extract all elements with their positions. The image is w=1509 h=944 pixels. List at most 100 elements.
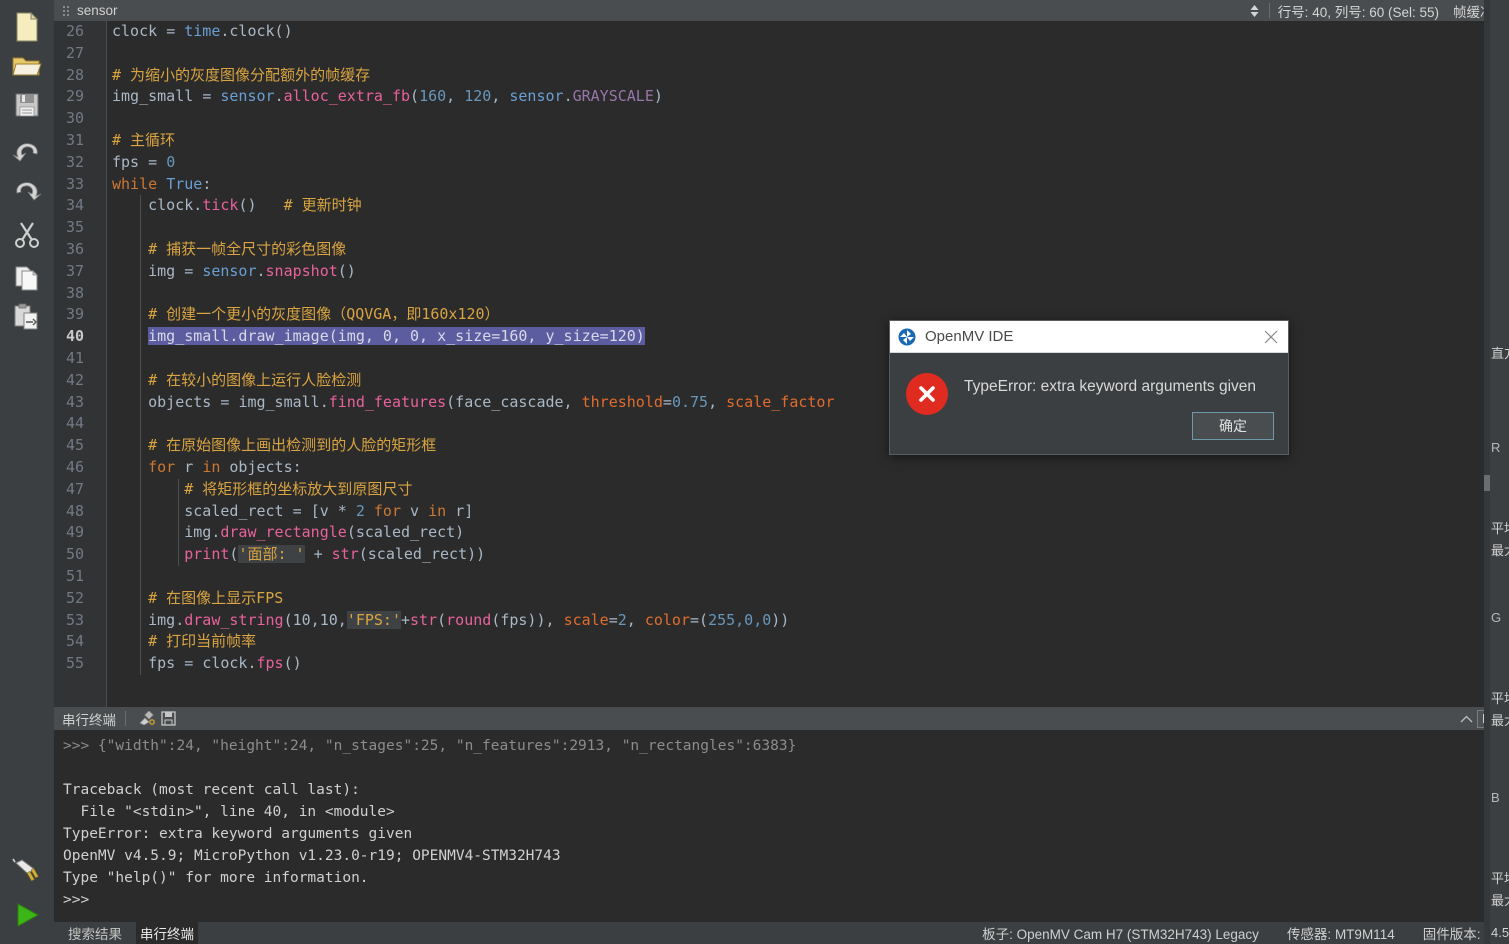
code-line[interactable]: 52 # 在图像上显示FPS xyxy=(54,587,1089,610)
code-text[interactable]: for r in objects: xyxy=(112,457,302,479)
code-line[interactable]: 28 # 为缩小的灰度图像分配额外的帧缓存 xyxy=(54,65,1089,87)
code-line[interactable]: 38 xyxy=(54,282,1089,305)
code-token: = xyxy=(202,87,221,106)
terminal-output[interactable]: >>> {"width":24, "height":24, "n_stages"… xyxy=(54,730,1494,922)
code-token: + xyxy=(401,610,411,629)
connect-icon[interactable] xyxy=(5,853,49,891)
cut-icon[interactable] xyxy=(5,215,49,253)
code-token: )) xyxy=(771,610,790,629)
redo-icon[interactable] xyxy=(5,171,49,209)
clear-icon[interactable] xyxy=(135,709,157,729)
code-text[interactable]: # 在原始图像上画出检测到的人脸的矩形框 xyxy=(112,435,436,457)
code-token: # 打印当前帧率 xyxy=(148,632,257,651)
new-file-icon[interactable] xyxy=(5,8,49,46)
code-text[interactable]: scaled_rect = [v * 2 for v in r] xyxy=(112,501,473,523)
run-icon[interactable] xyxy=(5,896,49,934)
code-token: scaled_rect xyxy=(112,501,293,520)
line-number: 52 xyxy=(65,588,84,607)
dialog-content: TypeError: extra keyword arguments given… xyxy=(890,353,1288,453)
histogram-label: 直方 xyxy=(1491,346,1509,361)
code-line[interactable]: 54 # 打印当前帧率 xyxy=(54,631,1089,654)
save-icon[interactable] xyxy=(157,709,179,729)
left-toolbar xyxy=(0,0,54,944)
code-line[interactable]: 48 scaled_rect = [v * 2 for v in r] xyxy=(54,500,1089,523)
undo-icon[interactable] xyxy=(5,132,49,170)
code-text[interactable]: # 打印当前帧率 xyxy=(112,631,256,653)
tab-grip-icon[interactable] xyxy=(62,5,71,16)
code-token: scale_factor xyxy=(726,392,835,411)
line-number: 49 xyxy=(65,523,84,542)
status-tab-search-results[interactable]: 搜索结果 xyxy=(64,921,126,944)
code-line[interactable]: 30 xyxy=(54,108,1089,130)
line-number: 42 xyxy=(65,370,84,389)
code-line[interactable]: 29 img_small = sensor.alloc_extra_fb(160,… xyxy=(54,86,1089,108)
code-token: alloc_extra_fb xyxy=(283,87,411,106)
code-line[interactable]: 51 xyxy=(54,565,1089,588)
code-token: fps xyxy=(256,654,284,673)
code-line[interactable]: 33 while True: xyxy=(54,174,1089,196)
code-line[interactable]: 36 # 捕获一帧全尺寸的彩色图像 xyxy=(54,238,1089,261)
save-file-icon[interactable] xyxy=(5,86,49,124)
code-line[interactable]: 53 img.draw_string(10,10,'FPS:'+str(roun… xyxy=(54,609,1089,632)
code-text[interactable]: img_small = sensor.alloc_extra_fb(160, 1… xyxy=(112,86,663,108)
indent-guide xyxy=(140,347,141,370)
line-number: 54 xyxy=(65,632,84,651)
editor-tab-sensor[interactable]: sensor xyxy=(77,3,118,18)
code-line[interactable]: 35 xyxy=(54,217,1089,239)
code-line[interactable]: 49 img.draw_rectangle(scaled_rect) xyxy=(54,522,1089,545)
code-line[interactable]: 34 clock.tick() # 更新时钟 xyxy=(54,195,1089,218)
code-text[interactable]: fps = clock.fps() xyxy=(112,653,302,675)
terminal-line: TypeError: extra keyword arguments given xyxy=(63,826,413,842)
code-text[interactable]: img_small.draw_image(img, 0, 0, x_size=1… xyxy=(112,326,645,348)
code-line[interactable]: 31 # 主循环 xyxy=(54,130,1089,152)
code-line[interactable]: 50 print('面部: ' + str(scaled_rect)) xyxy=(54,544,1089,566)
open-file-icon[interactable] xyxy=(5,47,49,85)
code-text[interactable]: fps = 0 xyxy=(112,152,175,174)
status-tab-serial-terminal[interactable]: 串行终端 xyxy=(136,921,198,944)
ok-button[interactable]: 确定 xyxy=(1192,412,1274,440)
code-token: (face_cascade, xyxy=(446,392,582,411)
paste-icon[interactable] xyxy=(5,298,49,336)
code-text[interactable]: # 创建一个更小的灰度图像（QQVGA，即160x120） xyxy=(112,304,499,326)
code-line[interactable]: 46 for r in objects: xyxy=(54,456,1089,479)
code-token: ( xyxy=(410,87,420,106)
code-text[interactable]: # 在较小的图像上运行人脸检测 xyxy=(112,370,361,392)
code-line[interactable]: 27 xyxy=(54,43,1089,65)
channel-label-r: R xyxy=(1491,440,1501,455)
code-text[interactable]: # 将矩形框的坐标放大到原图尺寸 xyxy=(112,479,412,501)
code-token: for xyxy=(373,501,411,520)
spinner-arrows-icon[interactable] xyxy=(1247,3,1263,19)
code-line[interactable]: 32 fps = 0 xyxy=(54,152,1089,174)
code-text[interactable]: # 主循环 xyxy=(112,130,175,152)
code-line[interactable]: 55 fps = clock.fps() xyxy=(54,653,1089,675)
code-text[interactable]: clock.tick() # 更新时钟 xyxy=(112,195,362,217)
line-number: 27 xyxy=(65,43,84,62)
close-icon[interactable] xyxy=(1254,321,1288,352)
max-label-r: 最大 xyxy=(1491,543,1509,558)
status-bar: 搜索结果 串行终端 板子: OpenMV Cam H7 (STM32H743) … xyxy=(54,921,1509,944)
code-line[interactable]: 47 # 将矩形框的坐标放大到原图尺寸 xyxy=(54,478,1089,501)
code-line[interactable]: 37 img = sensor.snapshot() xyxy=(54,260,1089,283)
code-text[interactable]: img = sensor.snapshot() xyxy=(112,261,356,283)
code-text[interactable]: # 在图像上显示FPS xyxy=(112,588,283,610)
code-token: # 将矩形框的坐标放大到原图尺寸 xyxy=(184,479,413,498)
code-token: # 为缩小的灰度图像分配额外的帧缓存 xyxy=(112,65,371,84)
code-text[interactable]: clock = time.clock() xyxy=(112,21,293,43)
code-line[interactable]: 26 clock = time.clock() xyxy=(54,21,1089,43)
line-number: 47 xyxy=(65,479,84,498)
line-number: 55 xyxy=(65,654,84,673)
code-text[interactable]: img.draw_rectangle(scaled_rect) xyxy=(112,522,464,544)
code-token: in xyxy=(428,501,456,520)
code-token: 'FPS:' xyxy=(346,610,401,629)
code-text[interactable]: img.draw_string(10,10,'FPS:'+str(round(f… xyxy=(112,610,789,632)
code-text[interactable]: # 为缩小的灰度图像分配额外的帧缓存 xyxy=(112,65,370,87)
code-token: draw_rectangle xyxy=(220,523,347,542)
code-text[interactable]: print('面部: ' + str(scaled_rect)) xyxy=(112,544,485,566)
copy-icon[interactable] xyxy=(5,259,49,297)
dialog-title: OpenMV IDE xyxy=(925,328,1014,345)
code-token: tick xyxy=(202,196,239,215)
code-text[interactable]: # 捕获一帧全尺寸的彩色图像 xyxy=(112,239,346,261)
code-text[interactable]: while True: xyxy=(112,174,211,196)
code-text[interactable]: objects = img_small.find_features(face_c… xyxy=(112,392,835,414)
chevron-up-icon[interactable] xyxy=(1455,709,1477,729)
